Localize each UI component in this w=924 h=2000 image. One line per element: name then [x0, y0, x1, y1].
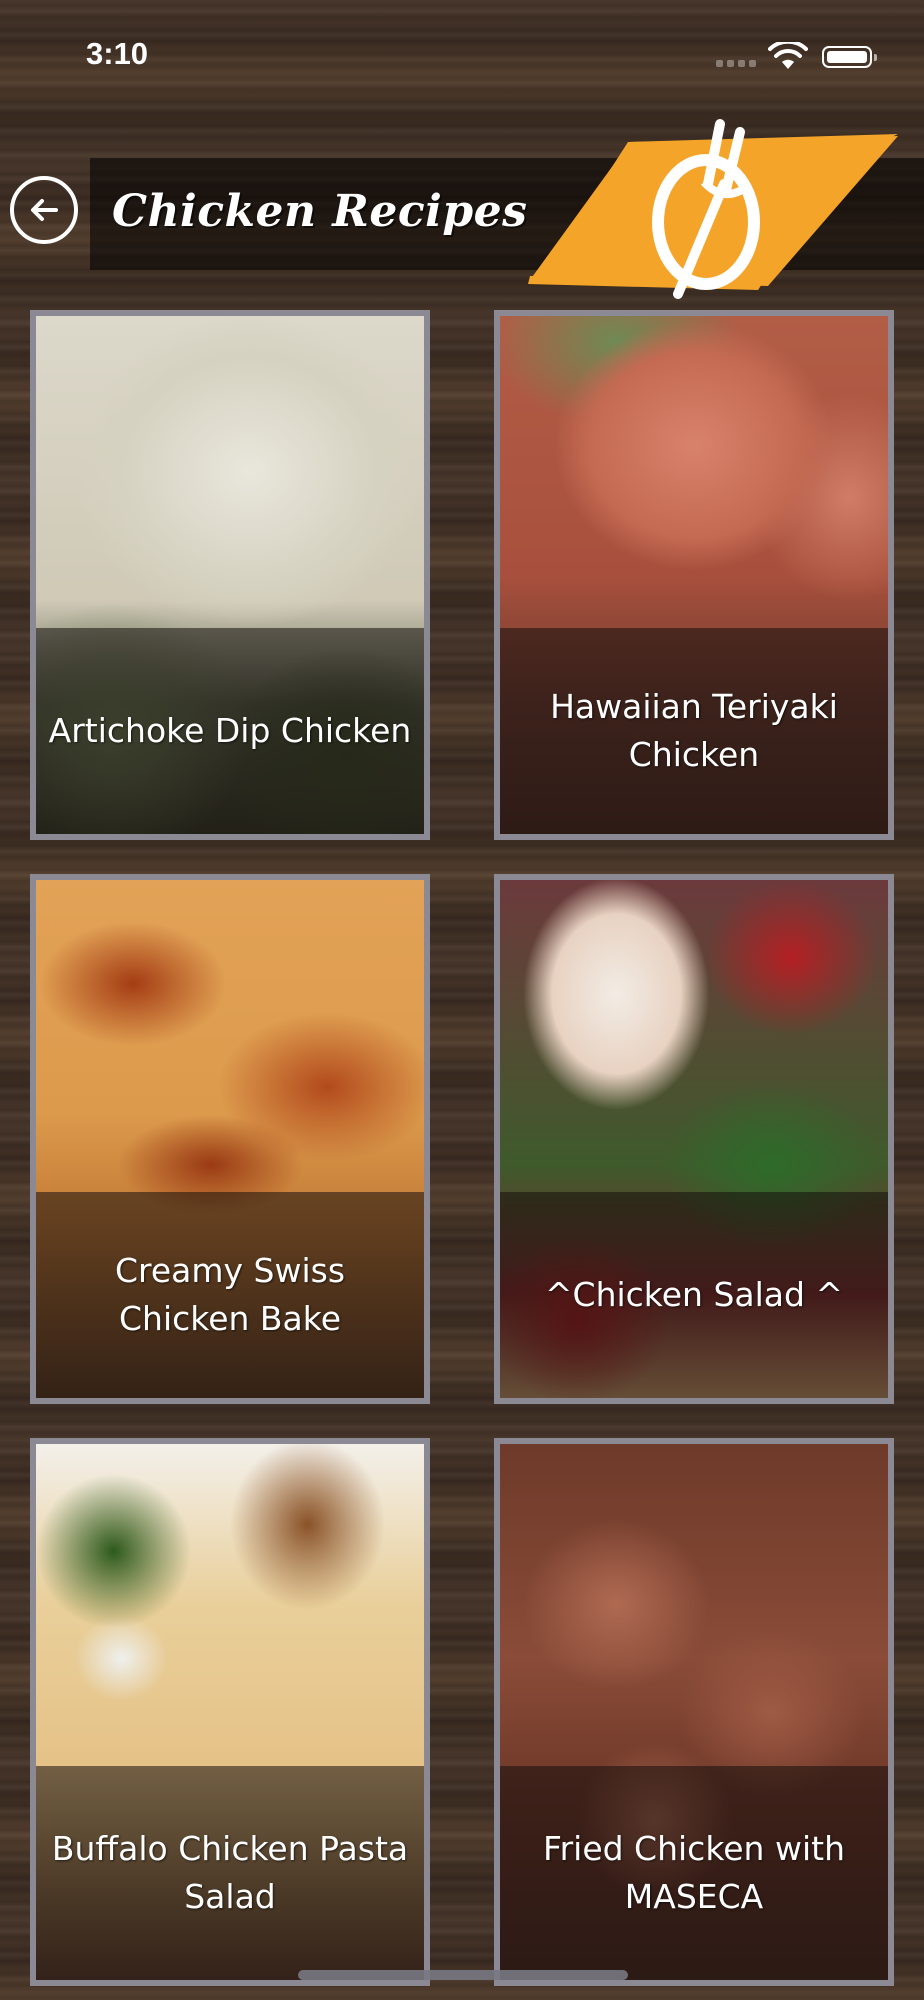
arrow-left-icon	[31, 199, 58, 221]
caption-band: ^Chicken Salad ^	[500, 1192, 888, 1398]
page-title: Chicken Recipes	[112, 186, 528, 237]
recipe-title: Creamy Swiss Chicken Bake	[114, 1251, 346, 1338]
caption-band: Creamy Swiss Chicken Bake	[36, 1192, 424, 1398]
recipe-card[interactable]: Buffalo Chicken Pasta Salad	[30, 1438, 430, 1986]
recipe-card[interactable]: Fried Chicken with MASECA	[494, 1438, 894, 1986]
recipe-card[interactable]: Artichoke Dip Chicken	[30, 310, 430, 840]
caption-band: Fried Chicken with MASECA	[500, 1766, 888, 1980]
recipe-card[interactable]: Creamy Swiss Chicken Bake	[30, 874, 430, 1404]
recipe-title: Fried Chicken with MASECA	[543, 1829, 845, 1916]
recipe-title: Artichoke Dip Chicken	[48, 711, 412, 750]
wifi-icon	[768, 42, 808, 69]
recipe-card[interactable]: ^Chicken Salad ^	[494, 874, 894, 1404]
fork-and-plate-icon	[528, 119, 898, 299]
cellular-signal-icon	[716, 60, 756, 68]
caption-band: Artichoke Dip Chicken	[36, 628, 424, 834]
recipe-title: Buffalo Chicken Pasta Salad	[51, 1829, 409, 1916]
caption-band: Hawaiian Teriyaki Chicken	[500, 628, 888, 834]
recipe-title: ^Chicken Salad ^	[544, 1275, 844, 1314]
home-indicator[interactable]	[298, 1970, 628, 1980]
recipe-card[interactable]: Hawaiian Teriyaki Chicken	[494, 310, 894, 840]
recipe-title: Hawaiian Teriyaki Chicken	[550, 687, 838, 774]
back-button[interactable]	[10, 176, 78, 244]
status-time: 3:10	[86, 36, 149, 71]
battery-icon	[822, 46, 877, 68]
caption-band: Buffalo Chicken Pasta Salad	[36, 1766, 424, 1980]
